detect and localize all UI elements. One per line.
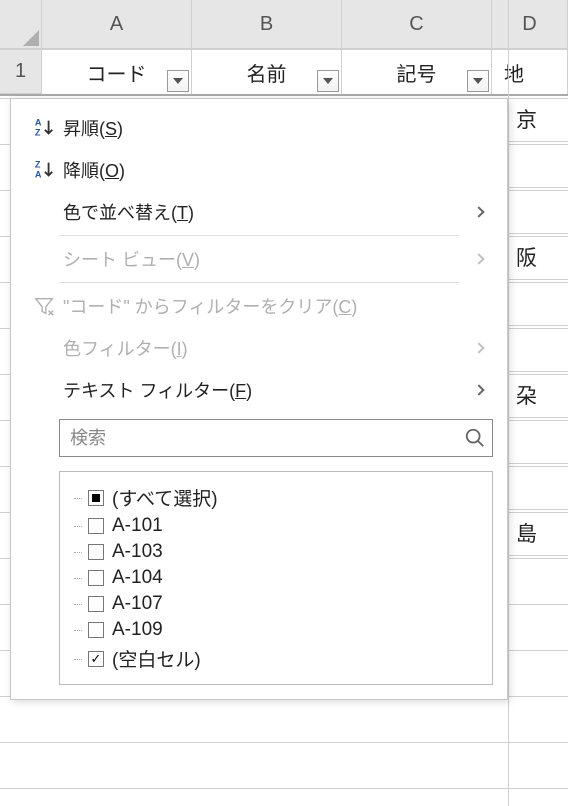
sheet-view-item: シート ビュー(V) xyxy=(11,238,507,280)
menu-label: 色で並べ替え(T) xyxy=(59,199,475,225)
menu-label: テキスト フィルター(F) xyxy=(59,377,475,403)
filter-dropdown: AZ 昇順(S) ZA 降順(O) 色で並べ替え(T) シート ビュー(V) "… xyxy=(10,98,508,700)
col-head-A[interactable]: A xyxy=(42,0,192,49)
sort-by-color-item[interactable]: 色で並べ替え(T) xyxy=(11,191,507,233)
check-select-all[interactable]: (すべて選択) xyxy=(70,482,482,513)
select-all-corner[interactable] xyxy=(0,0,42,49)
search-input[interactable] xyxy=(70,428,464,449)
chevron-right-icon xyxy=(473,206,484,217)
check-item[interactable]: A-103 xyxy=(70,539,482,565)
cell[interactable] xyxy=(508,280,568,326)
check-label: A-103 xyxy=(112,541,163,563)
cell[interactable] xyxy=(508,188,568,234)
check-item[interactable]: A-107 xyxy=(70,591,482,617)
check-item[interactable]: A-109 xyxy=(70,617,482,643)
header-cell-label: 地 xyxy=(504,58,524,87)
filter-button-code[interactable] xyxy=(167,70,189,92)
checkbox-indeterminate-icon xyxy=(88,490,104,506)
search-icon xyxy=(464,427,486,449)
check-label: A-109 xyxy=(112,619,163,641)
cell[interactable] xyxy=(508,142,568,188)
header-cell-label: 記号 xyxy=(397,58,437,87)
cell[interactable] xyxy=(508,326,568,372)
menu-label: シート ビュー(V) xyxy=(59,246,475,272)
checkbox-unchecked-icon xyxy=(88,518,104,534)
check-item[interactable]: A-104 xyxy=(70,565,482,591)
menu-label: 降順(O) xyxy=(59,157,489,183)
filter-button-name[interactable] xyxy=(317,70,339,92)
chevron-down-icon xyxy=(173,78,183,84)
check-item[interactable]: A-101 xyxy=(70,513,482,539)
chevron-right-icon xyxy=(473,253,484,264)
right-visible-column: 京 阪 朶 島 xyxy=(508,96,568,556)
cell[interactable] xyxy=(508,464,568,510)
cell[interactable]: 朶 xyxy=(508,372,568,418)
separator xyxy=(59,282,459,283)
filter-checklist: (すべて選択) A-101 A-103 A-104 A-107 A-109 ✓ … xyxy=(59,471,493,685)
header-row: 1 コード 名前 記号 地 xyxy=(0,50,568,96)
text-filter-item[interactable]: テキスト フィルター(F) xyxy=(11,369,507,411)
sort-desc-icon: ZA xyxy=(29,159,59,181)
col-head-B[interactable]: B xyxy=(192,0,342,49)
header-cell-label: 名前 xyxy=(247,58,287,87)
check-label: A-107 xyxy=(112,593,163,615)
cell[interactable]: 阪 xyxy=(508,234,568,280)
check-item-blank[interactable]: ✓ (空白セル) xyxy=(70,643,482,674)
checkbox-unchecked-icon xyxy=(88,544,104,560)
chevron-down-icon xyxy=(323,78,333,84)
row-head-1[interactable]: 1 xyxy=(0,50,42,94)
checkbox-unchecked-icon xyxy=(88,570,104,586)
checkbox-unchecked-icon xyxy=(88,622,104,638)
select-all-triangle-icon xyxy=(23,30,39,46)
column-header-row: A B C D xyxy=(0,0,568,50)
sort-asc-icon: AZ xyxy=(29,117,59,139)
header-cell-symbol[interactable]: 記号 xyxy=(342,50,492,94)
chevron-right-icon xyxy=(473,384,484,395)
menu-label: 色フィルター(I) xyxy=(59,335,475,361)
header-cell-code[interactable]: コード xyxy=(42,50,192,94)
col-head-D[interactable]: D xyxy=(492,0,568,49)
separator xyxy=(59,235,459,236)
check-label: A-104 xyxy=(112,567,163,589)
checkbox-checked-icon: ✓ xyxy=(88,651,104,667)
check-label: A-101 xyxy=(112,515,163,537)
search-row xyxy=(11,411,507,465)
sort-ascending-item[interactable]: AZ 昇順(S) xyxy=(11,107,507,149)
header-cell-label: コード xyxy=(87,58,147,87)
menu-label: 昇順(S) xyxy=(59,115,489,141)
search-box[interactable] xyxy=(59,419,493,457)
col-head-C[interactable]: C xyxy=(342,0,492,49)
filter-button-symbol[interactable] xyxy=(467,70,489,92)
header-cell-region[interactable]: 地 xyxy=(492,50,568,94)
check-label: (空白セル) xyxy=(112,645,201,672)
sort-descending-item[interactable]: ZA 降順(O) xyxy=(11,149,507,191)
chevron-down-icon xyxy=(473,78,483,84)
clear-filter-item: "コード" からフィルターをクリア(C) xyxy=(11,285,507,327)
svg-text:A: A xyxy=(35,169,42,179)
checkbox-unchecked-icon xyxy=(88,596,104,612)
menu-label: "コード" からフィルターをクリア(C) xyxy=(59,293,489,319)
color-filter-item: 色フィルター(I) xyxy=(11,327,507,369)
svg-text:A: A xyxy=(35,117,42,127)
cell[interactable]: 京 xyxy=(508,96,568,142)
check-label: (すべて選択) xyxy=(112,484,218,511)
chevron-right-icon xyxy=(473,342,484,353)
svg-text:Z: Z xyxy=(35,127,41,137)
cell[interactable] xyxy=(508,418,568,464)
clear-filter-icon xyxy=(29,295,59,317)
header-cell-name[interactable]: 名前 xyxy=(192,50,342,94)
cell[interactable]: 島 xyxy=(508,510,568,556)
svg-text:Z: Z xyxy=(35,159,41,169)
